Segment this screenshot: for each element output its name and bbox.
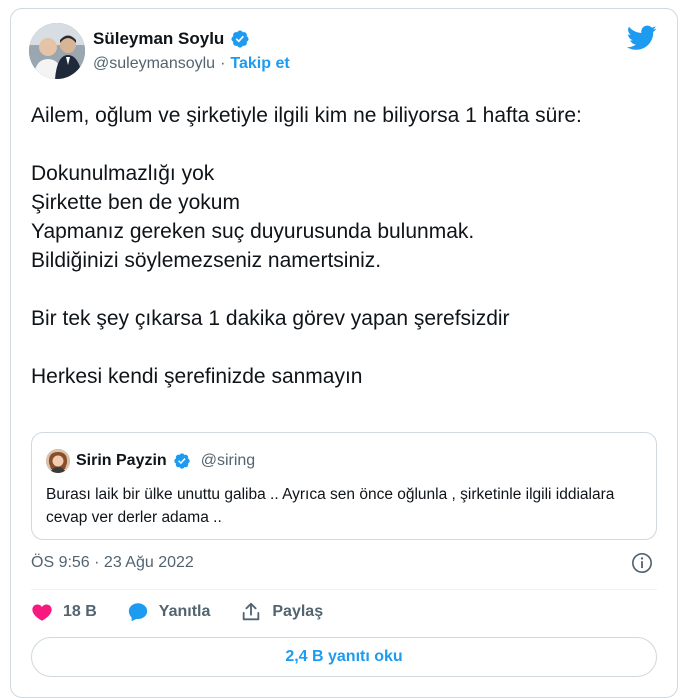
- quoted-verified-badge-icon: [174, 453, 190, 469]
- quoted-tweet-header: Sirin Payzin @siring: [46, 449, 255, 473]
- quoted-tweet-text: Burası laik bir ülke unuttu galiba .. Ay…: [46, 486, 615, 526]
- verified-badge-icon: [231, 30, 249, 48]
- author-display-name[interactable]: Süleyman Soylu: [93, 29, 224, 49]
- twitter-bird-icon[interactable]: [627, 25, 657, 51]
- like-button[interactable]: 18 B: [31, 601, 97, 623]
- share-icon: [243, 602, 260, 621]
- author-avatar[interactable]: [29, 23, 85, 79]
- quoted-tweet[interactable]: Sirin Payzin @siring Burası laik bir ülk…: [31, 432, 657, 540]
- author-name-row: Süleyman Soylu: [93, 29, 250, 49]
- author-handle-row: @suleymansoylu · Takip et: [93, 55, 290, 73]
- avatar-image: [29, 23, 85, 79]
- divider: [31, 589, 657, 590]
- reply-button[interactable]: Yanıtla: [127, 601, 211, 623]
- action-bar: 18 B Yanıtla Paylaş: [31, 601, 353, 623]
- follow-button[interactable]: Takip et: [230, 55, 289, 73]
- tweet-card: Süleyman Soylu @suleymansoylu · Takip et…: [10, 8, 678, 698]
- quoted-avatar-image: [46, 449, 70, 473]
- info-icon[interactable]: [631, 552, 653, 574]
- reply-label: Yanıtla: [158, 603, 211, 620]
- reply-bubble-icon: [128, 603, 147, 622]
- heart-icon: [32, 604, 52, 621]
- author-handle[interactable]: @suleymansoylu: [93, 55, 215, 73]
- like-count: 18 B: [63, 603, 97, 620]
- quoted-author-name[interactable]: Sirin Payzin: [76, 452, 167, 470]
- separator-dot: ·: [220, 55, 226, 72]
- quoted-author-avatar[interactable]: [46, 449, 70, 473]
- tweet-timestamp[interactable]: ÖS 9:56 · 23 Ağu 2022: [31, 554, 194, 572]
- share-button[interactable]: Paylaş: [240, 601, 323, 623]
- share-label: Paylaş: [272, 603, 324, 620]
- read-replies-button[interactable]: 2,4 B yanıtı oku: [31, 637, 657, 677]
- quoted-author-handle[interactable]: @siring: [201, 452, 255, 470]
- tweet-text: Ailem, oğlum ve şirketiyle ilgili kim ne…: [31, 104, 582, 388]
